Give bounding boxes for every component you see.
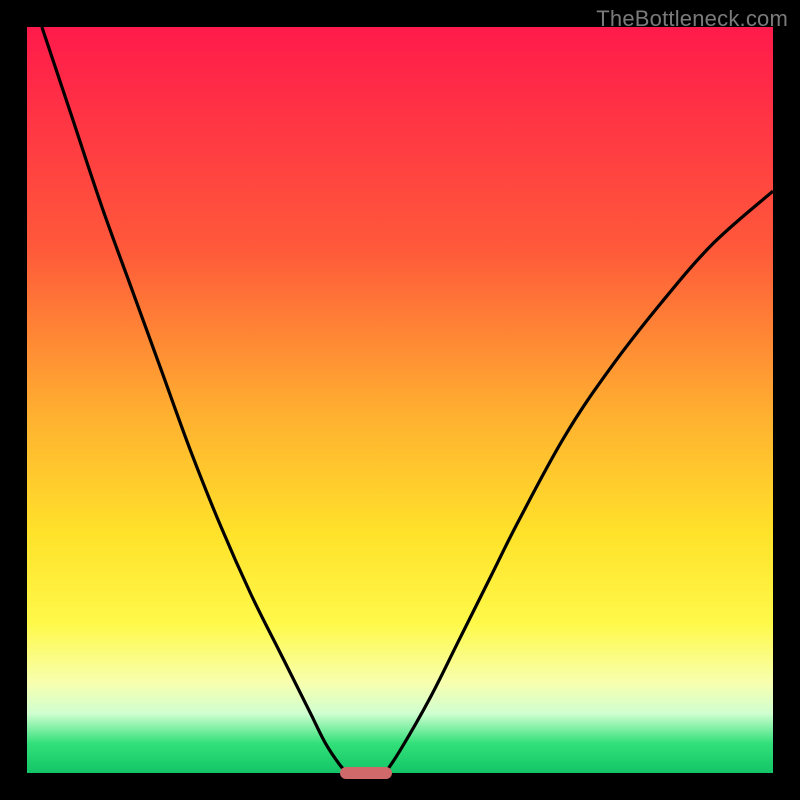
plot-area [27, 27, 773, 773]
right-curve-path [385, 191, 773, 773]
bottleneck-marker [340, 767, 392, 779]
chart-frame: TheBottleneck.com [0, 0, 800, 800]
left-curve-path [42, 27, 348, 773]
curve-layer [27, 27, 773, 773]
